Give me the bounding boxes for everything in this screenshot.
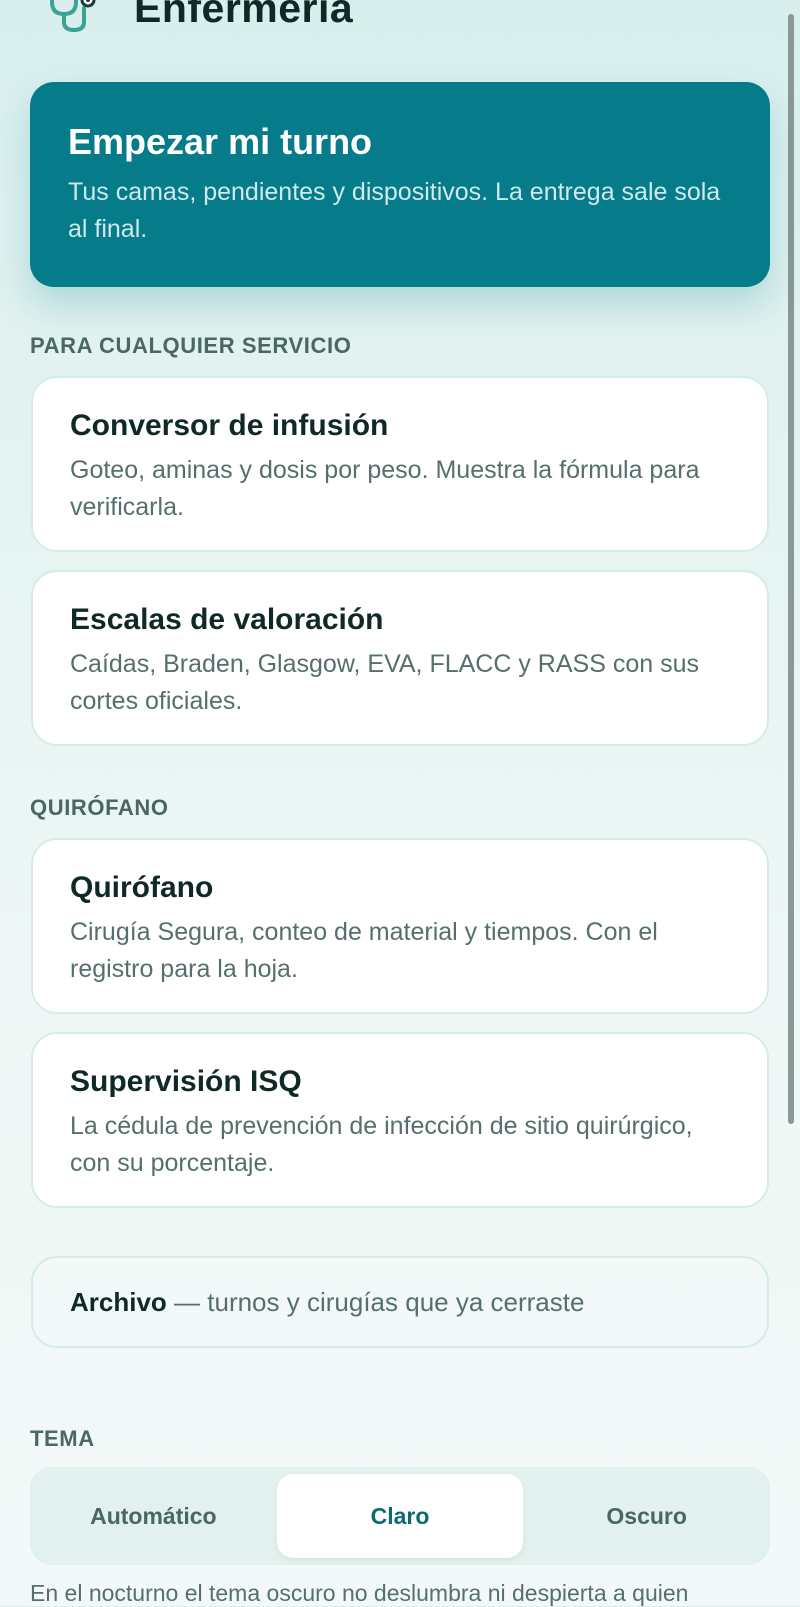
section-label-general: PARA CUALQUIER SERVICIO xyxy=(30,333,352,358)
card-description: Caídas, Braden, Glasgow, EVA, FLACC y RA… xyxy=(70,650,699,715)
archive-link[interactable]: Archivo — turnos y cirugías que ya cerra… xyxy=(31,1256,769,1348)
card-title: Escalas de valoración xyxy=(70,603,384,636)
theme-footer-note: En el nocturno el tema oscuro no deslumb… xyxy=(30,1580,689,1606)
app-title: Enfermería xyxy=(134,0,354,31)
card-title: Quirófano xyxy=(70,871,214,904)
card-description: Cirugía Segura, conteo de material y tie… xyxy=(70,918,658,983)
theme-toggle: Automático Claro Oscuro xyxy=(30,1467,770,1565)
app-header: Enfermería xyxy=(44,0,353,38)
card-description: Goteo, aminas y dosis por peso. Muestra … xyxy=(70,456,700,521)
infusion-converter-card[interactable]: Conversor de infusión Goteo, aminas y do… xyxy=(31,376,769,552)
card-title: Conversor de infusión xyxy=(70,409,389,442)
theme-option-dark[interactable]: Oscuro xyxy=(523,1474,770,1558)
archive-label: Archivo xyxy=(70,1286,167,1317)
scrollbar[interactable] xyxy=(788,14,794,1124)
start-shift-title: Empezar mi turno xyxy=(68,121,373,162)
stethoscope-icon xyxy=(50,0,96,33)
card-description: La cédula de prevención de infección de … xyxy=(70,1112,693,1177)
theme-option-auto[interactable]: Automático xyxy=(30,1474,277,1558)
theme-option-light[interactable]: Claro xyxy=(276,1474,524,1558)
assessment-scales-card[interactable]: Escalas de valoración Caídas, Braden, Gl… xyxy=(31,570,769,746)
card-title: Supervisión ISQ xyxy=(70,1065,302,1098)
isq-supervision-card[interactable]: Supervisión ISQ La cédula de prevención … xyxy=(31,1032,769,1208)
operating-room-card[interactable]: Quirófano Cirugía Segura, conteo de mate… xyxy=(31,838,769,1014)
archive-description: — turnos y cirugías que ya cerraste xyxy=(166,1286,585,1317)
start-shift-button[interactable]: Empezar mi turno Tus camas, pendientes y… xyxy=(30,82,770,287)
start-shift-description: Tus camas, pendientes y dispositivos. La… xyxy=(68,177,721,244)
section-label-theme: TEMA xyxy=(30,1426,95,1451)
section-label-or: QUIRÓFANO xyxy=(30,795,169,820)
